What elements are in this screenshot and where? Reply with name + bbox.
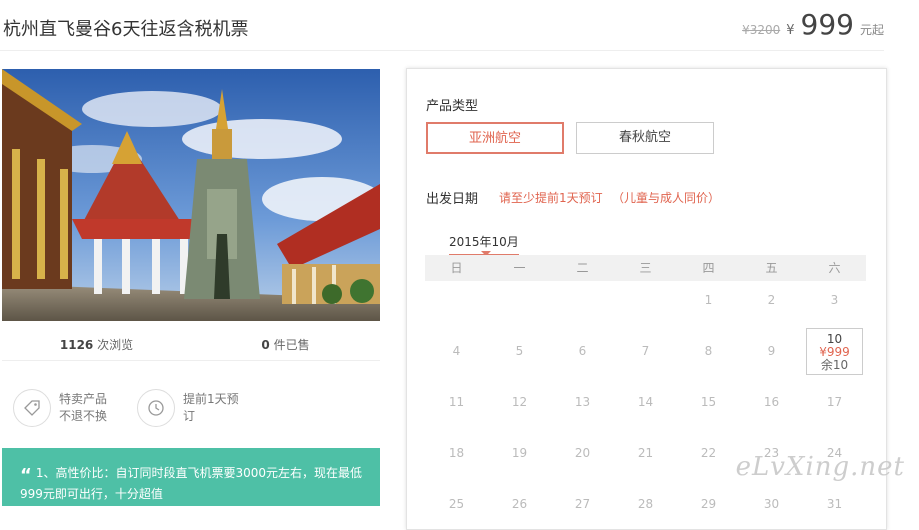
- watermark: eLvXing.net: [735, 452, 905, 482]
- weekday-label: 三: [639, 261, 652, 275]
- calendar-day: 27: [574, 497, 591, 511]
- calendar-day: 9: [767, 344, 776, 358]
- weekday-label: 日: [450, 261, 463, 275]
- calendar-day: 29: [700, 497, 717, 511]
- option-spring-airlines[interactable]: 春秋航空: [576, 122, 714, 154]
- sold-count: 0: [261, 338, 270, 352]
- sold-stat: 0 件已售: [191, 330, 380, 360]
- original-price: ¥3200: [742, 23, 781, 37]
- quote-icon: “: [20, 465, 32, 486]
- product-title: 杭州直飞曼谷6天往返含税机票: [3, 19, 249, 40]
- views-label: 次浏览: [97, 338, 134, 352]
- departure-date-label: 出发日期: [426, 192, 479, 207]
- weekday-label: 五: [765, 261, 778, 275]
- current-price: 999: [800, 8, 854, 41]
- sold-label: 件已售: [273, 338, 310, 352]
- calendar-day: 12: [511, 395, 528, 409]
- calendar-day: 8: [704, 344, 713, 358]
- calendar-day: 4: [452, 344, 461, 358]
- feature-text-line2: 订: [183, 409, 196, 423]
- calendar-day: 18: [448, 446, 465, 460]
- product-photo: [2, 69, 380, 321]
- calendar-day: 31: [826, 497, 843, 511]
- price-unit: 元起: [859, 23, 884, 37]
- calendar-day: 13: [574, 395, 591, 409]
- calendar-day: 26: [511, 497, 528, 511]
- calendar-day: 15: [700, 395, 717, 409]
- calendar-day: 20: [574, 446, 591, 460]
- calendar-day: 30: [763, 497, 780, 511]
- header-divider: [0, 50, 884, 51]
- weekday-header: 日 一 二 三 四 五 六: [425, 255, 866, 281]
- feature-text-line1: 特卖产品: [59, 392, 108, 406]
- feature-text-line1: 提前1天预: [183, 392, 239, 406]
- weekday-label: 四: [702, 261, 715, 275]
- feature-text-line2: 不退不换: [59, 409, 108, 423]
- weekday-label: 二: [576, 261, 589, 275]
- calendar-day: 22: [700, 446, 717, 460]
- feature-advance-booking: 提前1天预订: [137, 389, 239, 427]
- weekday-label: 一: [513, 261, 526, 275]
- tag-icon: [13, 389, 51, 427]
- day-remaining: 余10: [820, 358, 849, 372]
- calendar-day: 6: [578, 344, 587, 358]
- views-count: 1126: [59, 338, 94, 352]
- highlight-note: “1、高性价比：自订同时段直飞机票要3000元左右，现在最低999元即可出行，十…: [2, 448, 380, 506]
- calendar-day: 21: [637, 446, 654, 460]
- calendar-day: 25: [448, 497, 465, 511]
- product-type-label: 产品类型: [426, 99, 479, 114]
- calendar-day: 2: [767, 293, 776, 307]
- views-stat: 1126 次浏览: [2, 330, 191, 360]
- calendar-day: 1: [704, 293, 713, 307]
- stats-bar: 1126 次浏览 0 件已售: [2, 330, 380, 361]
- calendar-day: 28: [637, 497, 654, 511]
- weekday-label: 六: [828, 261, 841, 275]
- calendar-day: 19: [511, 446, 528, 460]
- calendar-day-selected[interactable]: 10 ¥999 余10: [806, 328, 863, 375]
- note-text: 1、高性价比：自订同时段直飞机票要3000元左右，现在最低999元即可出行，十分…: [20, 466, 363, 501]
- feature-special-sale: 特卖产品 不退不换: [13, 389, 107, 427]
- child-price-hint: （儿童与成人同价）: [612, 191, 721, 205]
- currency-symbol: ¥: [786, 23, 795, 38]
- option-airasia[interactable]: 亚洲航空: [426, 122, 564, 154]
- price-box: ¥3200 ¥ 999 元起: [742, 10, 884, 40]
- calendar-day: 7: [641, 344, 650, 358]
- advance-hint: 请至少提前1天预订: [499, 191, 603, 205]
- calendar-day: 3: [830, 293, 839, 307]
- calendar-day: 11: [448, 395, 465, 409]
- calendar-day: 16: [763, 395, 780, 409]
- clock-icon: [137, 389, 175, 427]
- calendar-day: 5: [515, 344, 524, 358]
- calendar-day: 17: [826, 395, 843, 409]
- calendar-day: 14: [637, 395, 654, 409]
